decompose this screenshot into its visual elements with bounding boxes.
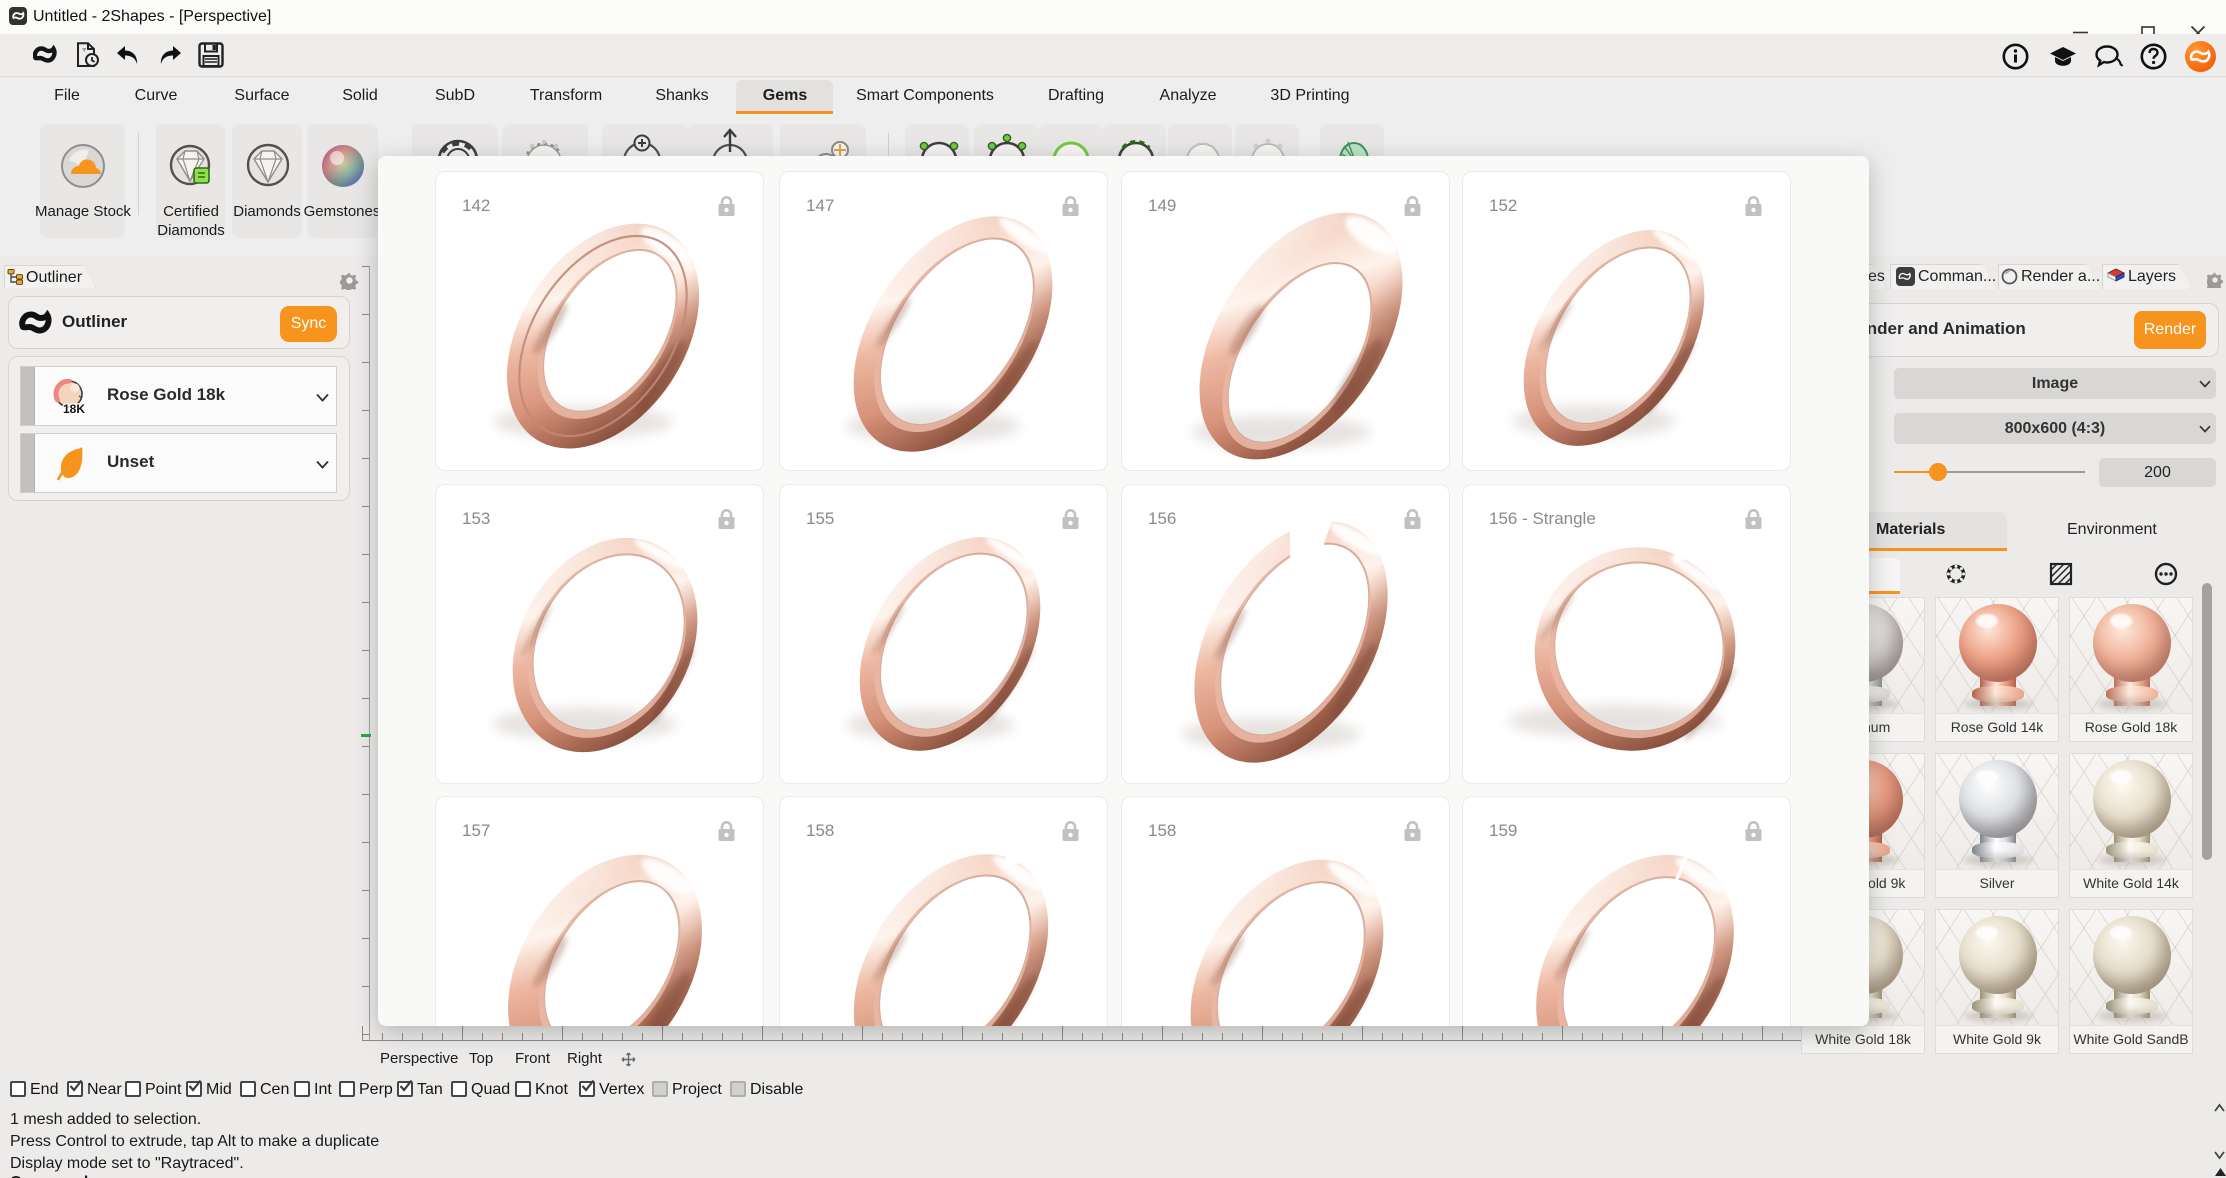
svg-text:18K: 18K [63,402,85,416]
